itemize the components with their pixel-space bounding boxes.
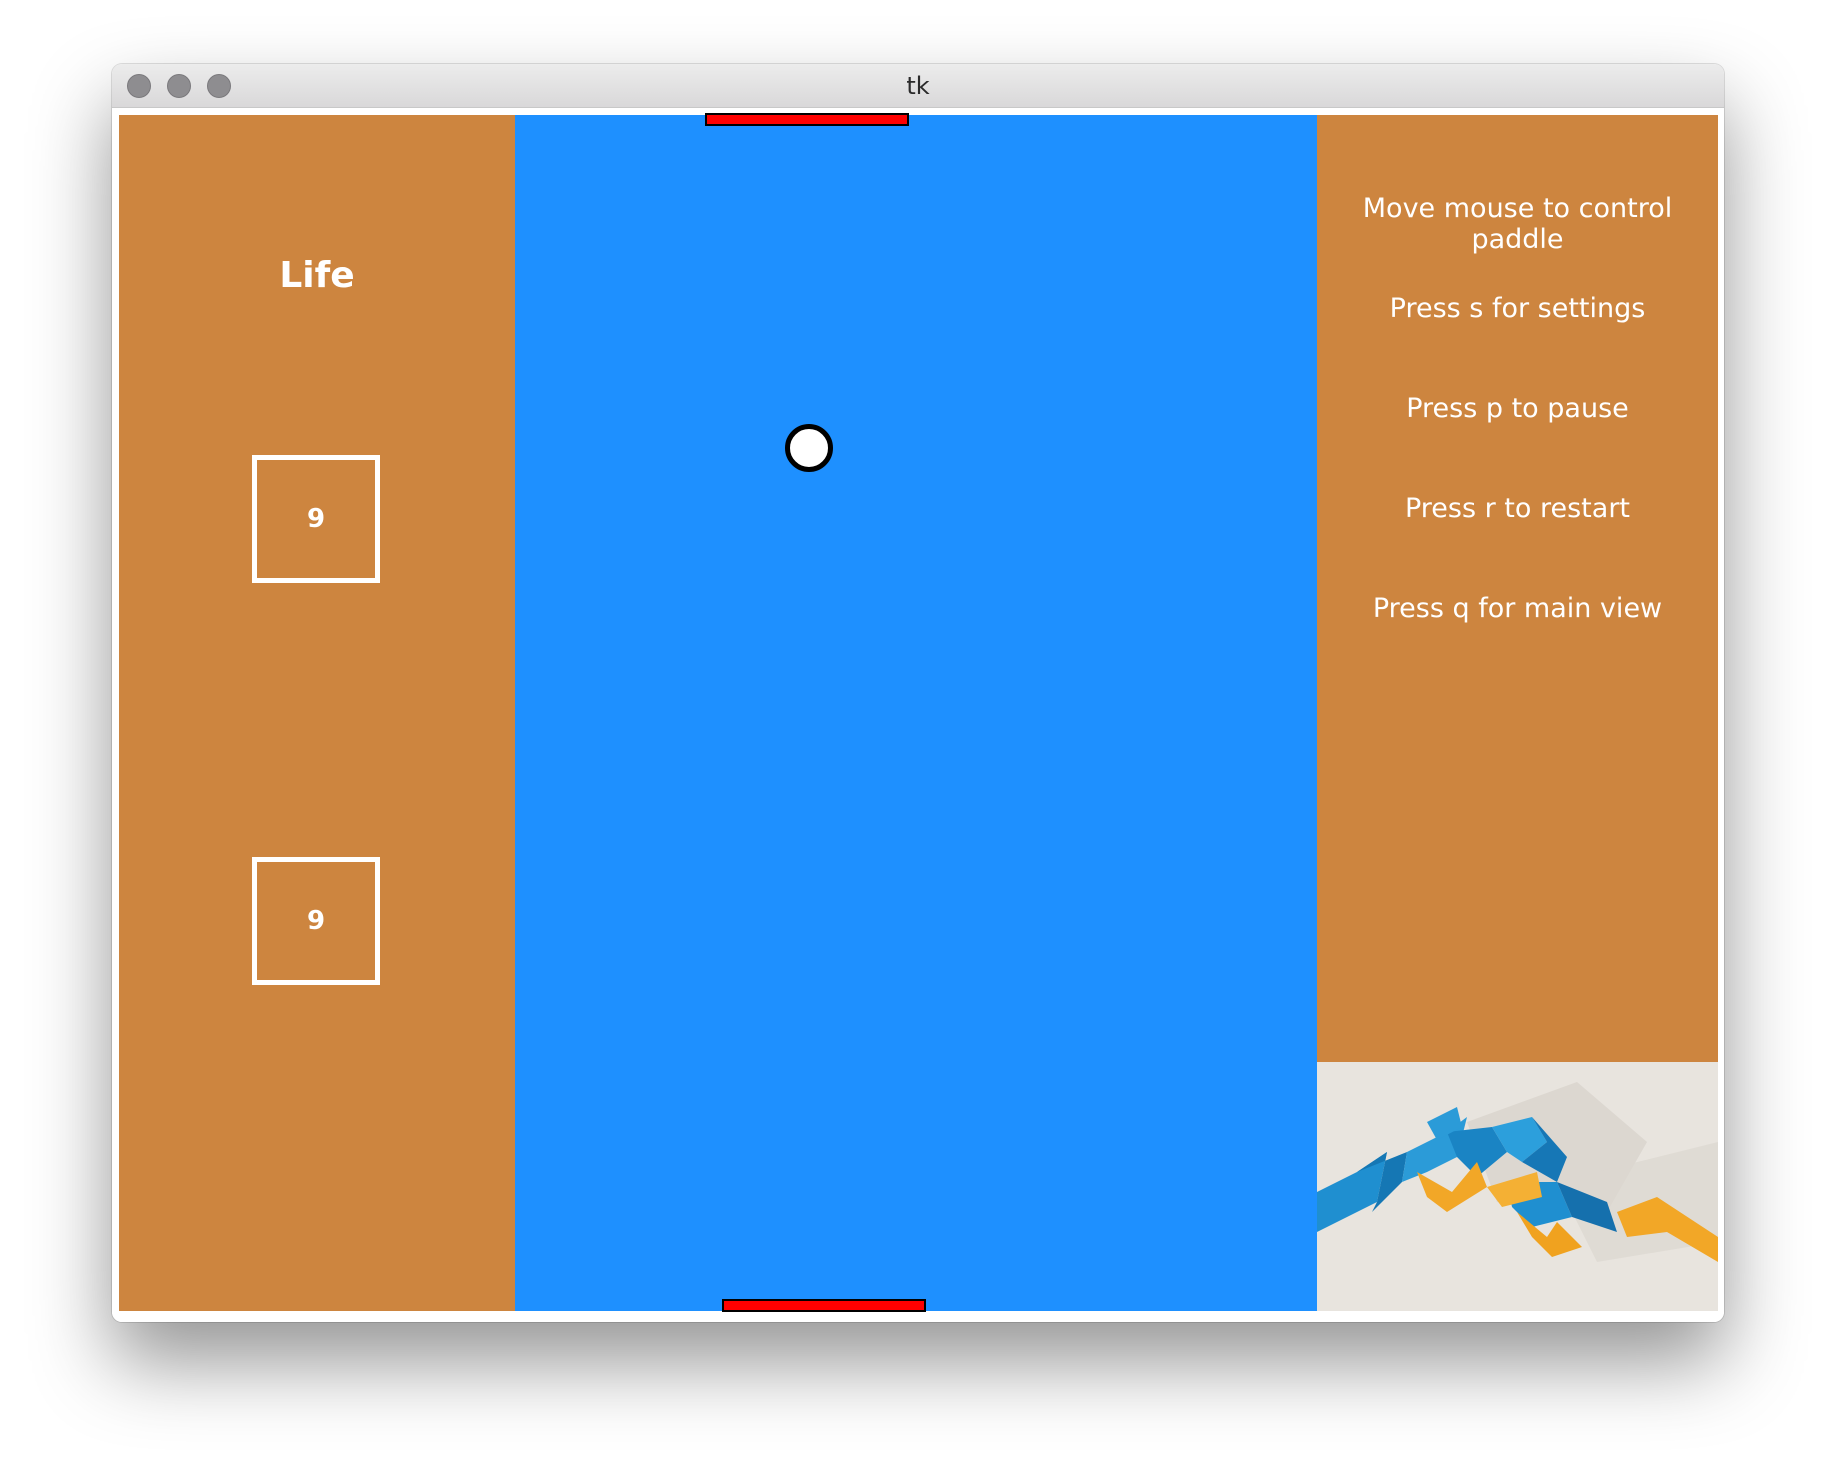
hint-settings: Press s for settings bbox=[1389, 293, 1646, 324]
hint-main-view: Press q for main view bbox=[1372, 593, 1663, 624]
decorative-ribbon-image bbox=[1317, 1062, 1718, 1311]
instructions-panel: Move mouse to control paddle Press s for… bbox=[1317, 115, 1718, 1311]
window-title: tk bbox=[906, 72, 930, 100]
app-window: tk Life 9 9 Move mouse to control paddle… bbox=[112, 64, 1724, 1322]
ball bbox=[785, 424, 833, 472]
top-player-life: 9 bbox=[252, 455, 380, 583]
top-paddle bbox=[705, 113, 909, 126]
game-canvas[interactable]: Life 9 9 Move mouse to control paddle Pr… bbox=[112, 108, 1724, 1322]
life-heading: Life bbox=[279, 255, 355, 296]
hint-pause: Press p to pause bbox=[1406, 393, 1629, 424]
life-panel: Life 9 9 bbox=[119, 115, 515, 1311]
play-field[interactable] bbox=[515, 113, 1317, 1312]
hint-restart: Press r to restart bbox=[1404, 493, 1631, 524]
hint-move-mouse: Move mouse to control paddle bbox=[1362, 193, 1673, 255]
title-bar[interactable]: tk bbox=[112, 64, 1724, 108]
bottom-player-life: 9 bbox=[252, 857, 380, 985]
bottom-paddle[interactable] bbox=[722, 1299, 926, 1312]
ribbon-artwork bbox=[1317, 1062, 1718, 1311]
